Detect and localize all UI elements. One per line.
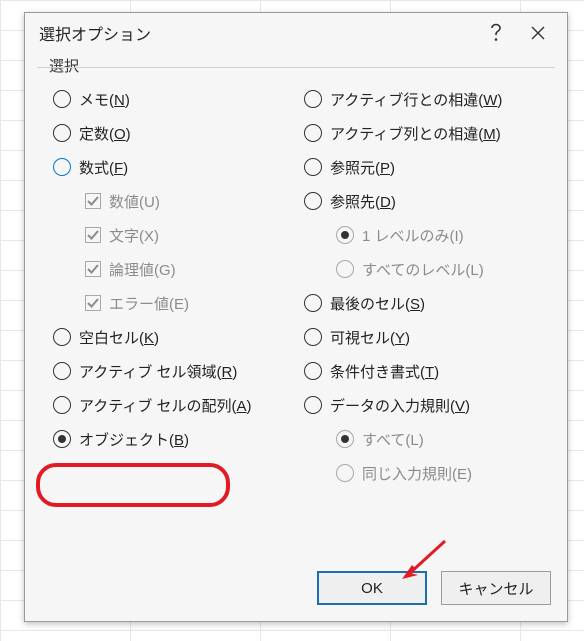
option-label: メモ(N) xyxy=(79,89,130,110)
checkbox-icon xyxy=(85,261,101,277)
option-label: アクティブ行との相違(W) xyxy=(330,89,502,110)
option-label: 論理値(G) xyxy=(109,259,176,280)
radio-icon xyxy=(336,226,354,244)
radio-icon xyxy=(304,192,322,210)
cancel-button[interactable]: キャンセル xyxy=(441,571,551,605)
option-label: 1 レベルのみ(I) xyxy=(362,225,464,246)
option-lvl1: 1 レベルのみ(I) xyxy=(302,218,545,252)
radio-icon xyxy=(53,90,71,108)
radio-icon xyxy=(336,430,354,448)
option-object[interactable]: オブジェクト(B) xyxy=(51,422,294,456)
option-valid[interactable]: データの入力規則(V) xyxy=(302,388,545,422)
option-dep[interactable]: 参照先(D) xyxy=(302,184,545,218)
option-cond[interactable]: 条件付き書式(T) xyxy=(302,354,545,388)
option-const[interactable]: 定数(O) xyxy=(51,116,294,150)
options-right-column: アクティブ行との相違(W) アクティブ列との相違(M) 参照元(P) 参照先(D) 1 … xyxy=(302,82,545,490)
option-label: データの入力規則(V) xyxy=(330,395,470,416)
checkbox-icon xyxy=(85,193,101,209)
option-label: 数式(F) xyxy=(79,157,128,178)
radio-icon xyxy=(304,158,322,176)
option-coldiff[interactable]: アクティブ列との相違(M) xyxy=(302,116,545,150)
option-memo[interactable]: メモ(N) xyxy=(51,82,294,116)
option-same: 同じ入力規則(E) xyxy=(302,456,545,490)
option-label: すべてのレベル(L) xyxy=(362,259,484,280)
titlebar: 選択オプション xyxy=(25,13,567,53)
option-label: 条件付き書式(T) xyxy=(330,361,439,382)
dialog-buttons: OK キャンセル xyxy=(25,559,567,621)
radio-icon xyxy=(304,328,322,346)
option-array[interactable]: アクティブ セルの配列(A) xyxy=(51,388,294,422)
option-label: 最後のセル(S) xyxy=(330,293,425,314)
radio-icon xyxy=(304,362,322,380)
radio-icon xyxy=(53,124,71,142)
checkbox-icon xyxy=(85,295,101,311)
option-label: すべて(L) xyxy=(362,429,424,450)
option-err: エラー値(E) xyxy=(51,286,294,320)
option-num: 数値(U) xyxy=(51,184,294,218)
option-logic: 論理値(G) xyxy=(51,252,294,286)
option-label: アクティブ列との相違(M) xyxy=(330,123,501,144)
option-label: 可視セル(Y) xyxy=(330,327,410,348)
help-button[interactable] xyxy=(475,17,517,49)
option-formula[interactable]: 数式(F) xyxy=(51,150,294,184)
radio-icon xyxy=(304,124,322,142)
option-label: 定数(O) xyxy=(79,123,131,144)
radio-icon xyxy=(53,362,71,380)
option-blank[interactable]: 空白セル(K) xyxy=(51,320,294,354)
help-icon xyxy=(489,23,503,43)
option-lvla: すべてのレベル(L) xyxy=(302,252,545,286)
options-left-column: メモ(N) 定数(O) 数式(F) 数値(U) 文字(X) 論理値(G) エラー値(E) 空白… xyxy=(51,82,294,490)
option-prec[interactable]: 参照元(P) xyxy=(302,150,545,184)
option-label: 空白セル(K) xyxy=(79,327,159,348)
radio-icon xyxy=(53,430,71,448)
close-button[interactable] xyxy=(517,17,559,49)
option-last[interactable]: 最後のセル(S) xyxy=(302,286,545,320)
option-label: 参照先(D) xyxy=(330,191,396,212)
option-label: 参照元(P) xyxy=(330,157,395,178)
option-label: オブジェクト(B) xyxy=(79,429,189,450)
option-vis[interactable]: 可視セル(Y) xyxy=(302,320,545,354)
option-all: すべて(L) xyxy=(302,422,545,456)
radio-icon xyxy=(336,260,354,278)
close-icon xyxy=(531,26,545,40)
option-rowdiff[interactable]: アクティブ行との相違(W) xyxy=(302,82,545,116)
option-label: 同じ入力規則(E) xyxy=(362,463,472,484)
option-region[interactable]: アクティブ セル領域(R) xyxy=(51,354,294,388)
radio-icon xyxy=(53,396,71,414)
option-label: 文字(X) xyxy=(109,225,159,246)
checkbox-icon xyxy=(85,227,101,243)
select-group: 選択 メモ(N)定数(O)数式(F)数値(U)文字(X)論理値(G)エラー値(E… xyxy=(37,57,555,559)
option-label: 数値(U) xyxy=(109,191,160,212)
radio-icon xyxy=(53,328,71,346)
option-text: 文字(X) xyxy=(51,218,294,252)
goto-special-dialog: 選択オプション 選択 メモ(N)定数(O)数式(F)数値(U)文字(X)論理値(… xyxy=(24,12,568,622)
radio-icon xyxy=(304,294,322,312)
ok-button[interactable]: OK xyxy=(317,571,427,605)
option-label: アクティブ セルの配列(A) xyxy=(79,395,252,416)
radio-icon xyxy=(304,90,322,108)
radio-icon xyxy=(304,396,322,414)
option-label: アクティブ セル領域(R) xyxy=(79,361,237,382)
option-label: エラー値(E) xyxy=(109,293,189,314)
dialog-title: 選択オプション xyxy=(39,21,475,45)
group-frame: メモ(N) 定数(O) 数式(F) 数値(U) 文字(X) 論理値(G) エラー値(E) 空白… xyxy=(37,67,555,533)
radio-icon xyxy=(53,158,71,176)
radio-icon xyxy=(336,464,354,482)
